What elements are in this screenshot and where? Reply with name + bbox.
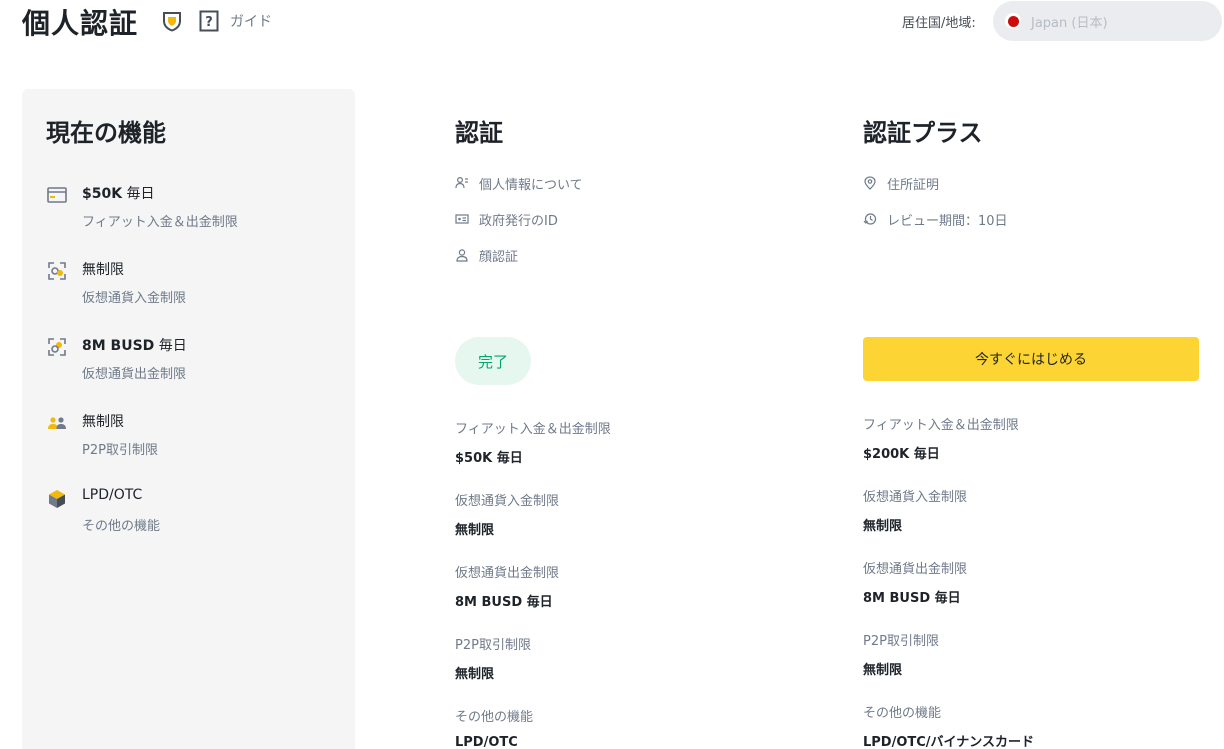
requirement-review-period: レビュー期間：10日 [887, 214, 1008, 229]
limit-label: P2P取引制限 [863, 634, 939, 649]
verified-plus-title: 認証プラス [863, 119, 983, 147]
feature-sub: その他の機能 [82, 519, 161, 534]
region-select[interactable]: Japan (日本) [993, 1, 1222, 41]
limit-value: LPD/OTC/バイナンスカード [863, 735, 1035, 749]
feature-sub: P2P取引制限 [82, 443, 158, 458]
limit-value: 無制限 [863, 519, 903, 534]
limit-value: $200K 毎日 [863, 447, 940, 462]
limit-label: 仮想通貨出金制限 [455, 566, 560, 581]
requirement-proof-of-address: 住所証明 [887, 178, 940, 193]
shield-badge-icon[interactable] [161, 10, 183, 32]
limit-label: その他の機能 [455, 710, 534, 725]
location-pin-icon [864, 176, 876, 190]
limit-value: 8M BUSD 毎日 [863, 591, 961, 606]
requirement-personal-info: 個人情報について [479, 178, 583, 193]
limit-label: P2P取引制限 [455, 638, 531, 653]
region-value: Japan (日本) [1031, 15, 1108, 31]
start-now-button[interactable]: 今すぐにはじめる [863, 337, 1199, 381]
current-features-panel: 現在の機能 $50K 毎日 フィアット入金＆出金制限 無制限 仮想通貨入金制限 … [22, 89, 355, 749]
feature-main: LPD/OTC [82, 487, 143, 503]
feature-sub: フィアット入金＆出金制限 [82, 215, 238, 230]
p2p-users-icon [48, 417, 66, 429]
guide-icon[interactable]: ? [199, 10, 219, 32]
id-card-icon [455, 214, 469, 224]
verified-title: 認証 [455, 119, 503, 147]
personal-info-icon [455, 176, 468, 189]
completed-badge: 完了 [455, 337, 531, 385]
review-clock-icon [863, 213, 877, 225]
current-features-title: 現在の機能 [46, 119, 166, 147]
region-label: 居住国/地域: [902, 16, 976, 31]
requirement-government-id: 政府発行のID [479, 214, 558, 229]
feature-sub: 仮想通貨入金制限 [82, 291, 187, 306]
feature-main: 無制限 [82, 414, 124, 430]
limit-value: 8M BUSD 毎日 [455, 595, 553, 610]
crypto-withdraw-icon [48, 338, 66, 356]
feature-main: $50K 毎日 [82, 186, 155, 202]
limit-label: フィアット入金＆出金制限 [863, 418, 1019, 433]
limit-label: 仮想通貨入金制限 [455, 494, 560, 509]
japan-flag-icon [1005, 13, 1021, 29]
limit-value: 無制限 [455, 523, 495, 538]
requirement-face-verification: 顔認証 [479, 250, 519, 265]
limit-label: 仮想通貨入金制限 [863, 490, 968, 505]
svg-text:?: ? [205, 15, 213, 30]
feature-sub: 仮想通貨出金制限 [82, 367, 187, 382]
page-title: 個人認証 [22, 7, 139, 40]
limit-label: 仮想通貨出金制限 [863, 562, 968, 577]
guide-link[interactable]: ガイド [230, 11, 272, 31]
limit-value: 無制限 [455, 667, 495, 682]
limit-label: フィアット入金＆出金制限 [455, 422, 611, 437]
feature-main: 8M BUSD 毎日 [82, 338, 187, 354]
face-icon [456, 249, 468, 262]
limit-value: LPD/OTC [455, 735, 518, 749]
limit-value: 無制限 [863, 663, 903, 678]
limit-label: その他の機能 [863, 706, 942, 721]
cube-icon [49, 490, 65, 508]
card-icon [47, 187, 67, 203]
limit-value: $50K 毎日 [455, 451, 523, 466]
feature-main: 無制限 [82, 262, 124, 278]
crypto-deposit-icon [48, 262, 66, 280]
